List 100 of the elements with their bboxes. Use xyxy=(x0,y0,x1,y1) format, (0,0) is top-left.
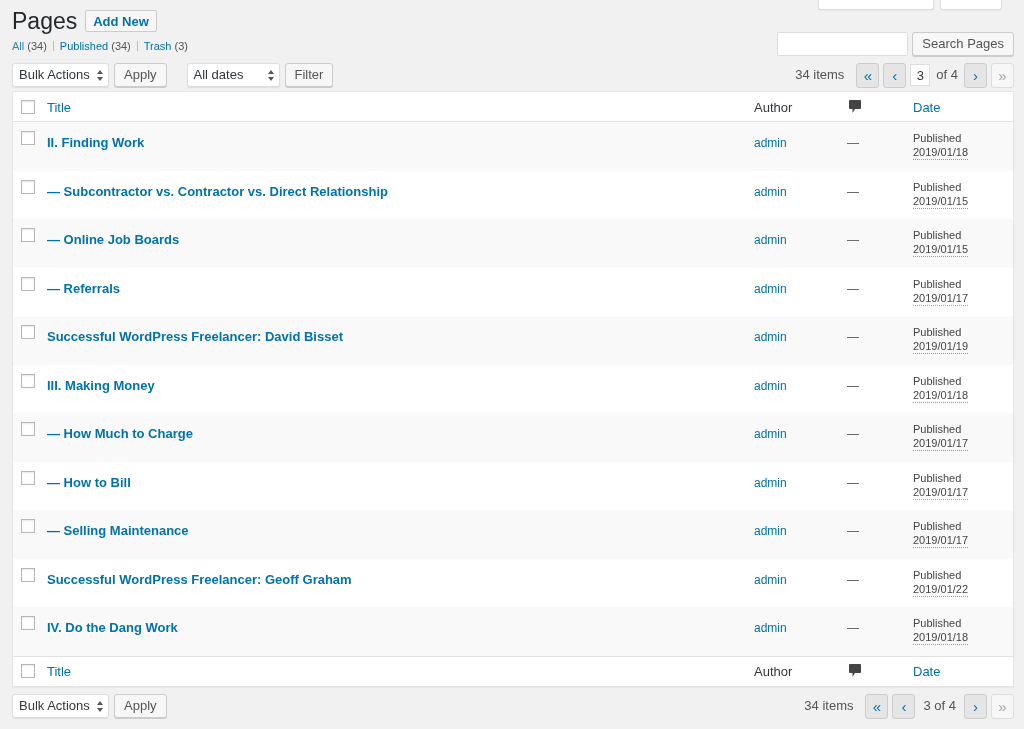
post-status: Published xyxy=(913,616,962,631)
page-title-link[interactable]: — Selling Maintenance xyxy=(47,523,189,538)
checkbox[interactable] xyxy=(21,470,35,485)
post-date: 2019/01/22 xyxy=(913,582,969,597)
item-count: 34 items xyxy=(804,697,854,716)
page-title-link[interactable]: — Referrals xyxy=(47,280,120,296)
filter-link[interactable]: All (34) xyxy=(12,37,47,54)
comment-count: — xyxy=(847,572,859,587)
comment-bubble-icon xyxy=(849,664,861,678)
comment-count: — xyxy=(847,136,859,150)
item-count: 34 items xyxy=(795,66,845,85)
checkbox[interactable] xyxy=(21,179,35,194)
page-title-link[interactable]: III. Making Money xyxy=(47,377,155,393)
sort-arrows-icon xyxy=(267,69,274,81)
page-title-link[interactable]: Successful WordPress Freelancer: Geoff Graham xyxy=(47,571,352,587)
column-header[interactable]: Title xyxy=(47,99,72,115)
sort-arrows-icon xyxy=(97,700,103,712)
checkbox[interactable] xyxy=(21,228,35,242)
post-date: 2019/01/17 xyxy=(913,437,969,451)
author-link[interactable]: admin xyxy=(754,524,787,538)
post-status: Published xyxy=(913,179,962,195)
author-link[interactable]: admin xyxy=(754,136,787,150)
next-page-button[interactable]: › xyxy=(964,693,987,719)
author-link[interactable]: admin xyxy=(754,427,787,441)
page-title-link[interactable]: — How to Bill xyxy=(47,474,131,490)
previous-page-button[interactable]: ‹ xyxy=(883,62,907,88)
comment-count: — xyxy=(847,330,859,344)
author-link[interactable]: admin xyxy=(754,621,787,635)
post-status: Published xyxy=(913,276,962,292)
comment-count: — xyxy=(847,621,859,635)
apply-button[interactable]: Apply xyxy=(114,63,167,87)
post-date: 2019/01/15 xyxy=(913,194,969,209)
select-all-checkbox[interactable] xyxy=(21,664,35,678)
checkbox[interactable] xyxy=(21,616,35,630)
add-new-button[interactable]: Add New xyxy=(85,10,157,33)
post-status: Published xyxy=(913,422,962,437)
comment-count: — xyxy=(847,427,859,441)
post-status: Published xyxy=(913,228,962,243)
post-status: Published xyxy=(913,131,962,146)
dropdown[interactable]: Bulk Actions xyxy=(12,694,109,718)
search-button[interactable]: Search Pages xyxy=(912,32,1014,56)
checkbox[interactable] xyxy=(21,567,35,582)
author-link[interactable]: admin xyxy=(754,233,787,247)
page-indicator: 3 of 4 xyxy=(923,697,956,716)
search-field[interactable] xyxy=(777,32,909,56)
author-link[interactable]: admin xyxy=(754,475,787,490)
author-link[interactable]: admin xyxy=(754,572,787,587)
post-date: 2019/01/18 xyxy=(913,631,969,645)
comment-count: — xyxy=(847,524,859,538)
column-header: Author xyxy=(754,664,793,679)
checkbox[interactable] xyxy=(21,519,35,533)
post-date: 2019/01/17 xyxy=(913,291,969,306)
comment-count: — xyxy=(847,475,859,490)
page-title-link[interactable]: II. Finding Work xyxy=(47,135,145,150)
page-title-link[interactable]: IV. Do the Dang Work xyxy=(47,620,178,635)
post-date: 2019/01/17 xyxy=(913,534,969,548)
page-total: of 4 xyxy=(936,66,958,85)
comment-count: — xyxy=(847,378,859,393)
column-header[interactable]: Title xyxy=(47,664,72,679)
post-date: 2019/01/18 xyxy=(913,146,969,160)
author-link[interactable]: admin xyxy=(754,281,787,296)
filter-button[interactable]: Filter xyxy=(284,63,334,87)
author-link[interactable]: admin xyxy=(754,184,787,199)
page-title-link[interactable]: — How Much to Charge xyxy=(47,426,193,441)
dropdown[interactable]: Bulk Actions xyxy=(12,63,109,87)
checkbox[interactable] xyxy=(21,325,35,339)
post-status: Published xyxy=(913,373,962,389)
checkbox[interactable] xyxy=(21,276,35,291)
comment-count: — xyxy=(847,184,859,199)
select-all-checkbox[interactable] xyxy=(21,99,35,114)
post-status: Published xyxy=(913,325,962,340)
page-title-link[interactable]: Successful WordPress Freelancer: David Bisset xyxy=(47,329,343,344)
column-header[interactable]: Date xyxy=(913,664,941,679)
post-date: 2019/01/19 xyxy=(913,340,969,354)
author-link[interactable]: admin xyxy=(754,378,787,393)
page-title: Pages xyxy=(12,7,78,36)
post-date: 2019/01/18 xyxy=(913,388,969,403)
dropdown[interactable]: All dates xyxy=(186,63,280,87)
page-title-link[interactable]: — Subcontractor vs. Contractor vs. Direct Relationship xyxy=(47,183,388,199)
first-page-button[interactable]: « xyxy=(856,62,880,88)
checkbox[interactable] xyxy=(21,131,35,145)
column-header: Author xyxy=(754,99,793,115)
previous-page-button[interactable]: ‹ xyxy=(892,693,916,719)
comment-count: — xyxy=(847,281,859,296)
current-page-field[interactable]: 3 xyxy=(910,64,931,86)
filter-link[interactable]: Published (34) xyxy=(59,37,131,54)
post-date: 2019/01/15 xyxy=(913,243,969,257)
comment-count: — xyxy=(847,233,859,247)
column-header[interactable]: Date xyxy=(913,99,941,115)
author-link[interactable]: admin xyxy=(754,330,787,344)
first-page-button[interactable]: « xyxy=(865,693,889,719)
checkbox[interactable] xyxy=(21,422,35,436)
apply-button[interactable]: Apply xyxy=(114,694,167,718)
filter-link[interactable]: Trash (3) xyxy=(143,37,188,54)
page-title-link[interactable]: — Online Job Boards xyxy=(47,232,180,247)
next-page-button[interactable]: › xyxy=(964,62,987,88)
checkbox[interactable] xyxy=(21,373,35,388)
post-status: Published xyxy=(913,519,962,534)
comment-bubble-icon xyxy=(849,99,861,114)
sort-arrows-icon xyxy=(97,69,103,81)
